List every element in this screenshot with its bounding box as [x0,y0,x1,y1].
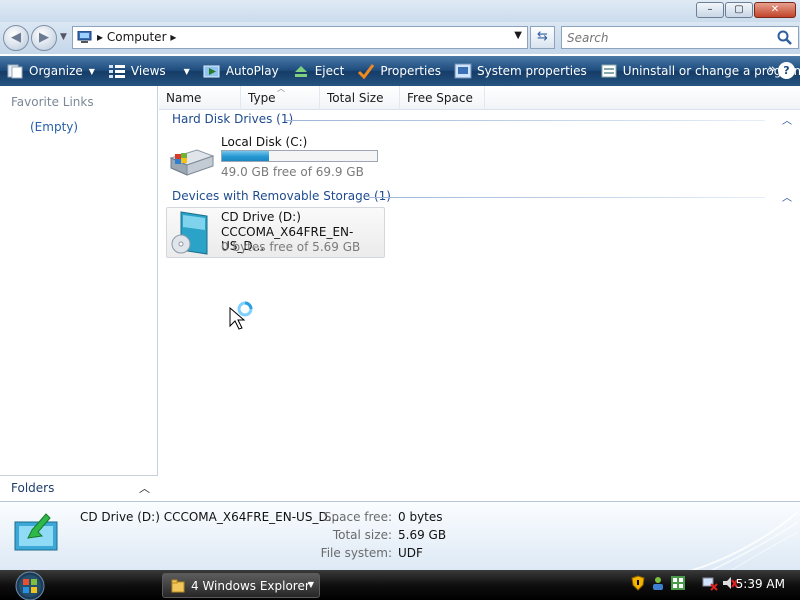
folders-label: Folders [11,481,55,495]
back-button[interactable]: ◀ [3,25,29,51]
chevron-down-icon: ▼ [183,66,190,76]
properties-button[interactable]: Properties [357,63,441,79]
folder-icon [171,579,185,593]
uninstall-icon [601,64,617,78]
taskbar: 4 Windows Explorer ▼ 5:39 AM [0,570,800,600]
user-icon[interactable] [650,575,666,591]
help-button[interactable]: ? [778,62,795,79]
cd-drive-icon [171,211,208,255]
collapse-group-icon[interactable]: ︿ [782,189,792,204]
file-system-value: UDF [398,546,423,560]
column-type-label: Type [248,91,276,105]
column-header-row: Name ︿ Type Total Size Free Space [159,84,800,110]
drive-item-d[interactable]: CD Drive (D:) CCCOMA_X64FRE_EN-US_D... 0… [166,207,385,258]
system-tray [630,575,738,591]
drive-c-name: Local Disk (C:) [221,135,308,149]
breadcrumb-computer[interactable]: Computer [107,30,167,44]
address-dropdown-icon[interactable]: ▼ [514,30,522,41]
chevron-down-icon: ▼ [307,580,314,589]
cd-drive-icon [14,513,58,551]
refresh-button[interactable]: ⇆ [530,26,555,49]
autoplay-button[interactable]: AutoPlay [203,63,279,79]
network-icon[interactable] [702,575,718,591]
breadcrumb[interactable]: ▸ Computer ▸ [97,30,176,44]
address-row: ◀ ▶ ▼ ▸ Computer ▸ ▼ ⇆ [0,22,800,54]
group-divider [369,197,765,198]
views-label: Views [130,64,166,78]
search-input[interactable] [562,27,762,48]
close-button[interactable]: ✕ [754,2,796,18]
search-box[interactable] [561,26,799,49]
collapse-group-icon[interactable]: ︿ [782,112,792,127]
autoplay-icon [203,65,220,78]
clock[interactable]: 5:39 AM [736,577,785,591]
details-pane: CD Drive (D:) CCCOMA_X64FRE_EN-US_D... S… [0,501,800,570]
maximize-button[interactable]: ▢ [725,2,753,18]
favorite-links-heading: Favorite Links [11,95,94,109]
file-system-label: File system: [320,546,392,560]
organize-icon [7,64,23,79]
space-free-value: 0 bytes [398,510,443,524]
column-type[interactable]: ︿ Type [241,84,320,110]
minimize-button[interactable]: – [696,2,724,18]
address-bar[interactable]: ▸ Computer ▸ ▼ [72,26,528,49]
security-shield-icon[interactable] [630,575,646,591]
drive-c-usage-fill [222,151,269,161]
total-size-value: 5.69 GB [398,528,447,542]
window-controls: – ▢ ✕ [696,2,796,18]
drive-d-name: CD Drive (D:) [221,210,301,224]
views-button[interactable]: Views ▼ [108,63,190,79]
search-icon[interactable] [776,29,794,47]
eject-button[interactable]: Eject [292,63,345,79]
forward-button[interactable]: ▶ [31,25,57,51]
column-free-space[interactable]: Free Space [400,86,485,110]
arrow-left-icon: ◀ [11,30,21,45]
organize-button[interactable]: Organize ▼ [6,63,95,79]
drive-c-usage-bar [221,150,378,162]
favorite-links-empty: (Empty) [30,120,79,134]
eject-icon [294,66,307,77]
refresh-icon: ⇆ [537,29,548,44]
chevron-down-icon: ▼ [88,66,95,76]
folders-toggle[interactable]: Folders ︿ [0,475,158,501]
sort-arrow-icon: ︿ [277,84,285,93]
group-hard-disk-drives[interactable]: Hard Disk Drives (1) [172,112,293,126]
decorative-swoosh [689,511,799,570]
busy-cursor-icon [229,301,253,330]
space-free-label: Space free: [323,510,392,524]
file-list: Name ︿ Type Total Size Free Space Hard D… [159,84,800,501]
title-bar: – ▢ ✕ [0,0,800,22]
autoplay-label: AutoPlay [225,64,279,78]
hard-drive-icon [169,149,215,176]
arrow-right-icon: ▶ [39,30,49,45]
windows-update-icon[interactable] [670,575,686,591]
system-properties-icon [454,63,472,79]
taskbar-explorer-group[interactable]: 4 Windows Explorer ▼ [162,573,320,598]
properties-label: Properties [380,64,441,78]
system-properties-button[interactable]: System properties [454,63,587,79]
group-divider [285,120,765,121]
views-icon [108,65,125,78]
group-removable-storage[interactable]: Devices with Removable Storage (1) [172,189,391,203]
start-button[interactable] [9,570,51,600]
chevron-up-icon: ︿ [139,482,150,495]
checkmark-icon [358,64,375,79]
drive-c-free: 49.0 GB free of 69.9 GB [221,165,364,179]
recent-pages-dropdown[interactable]: ▼ [60,32,67,42]
drive-d-free: 0 bytes free of 5.69 GB [221,240,361,254]
navigation-pane: Favorite Links (Empty) Folders ︿ [0,86,158,501]
command-bar: Organize ▼ Views ▼ AutoPlay Eject Properti… [0,56,800,86]
computer-icon [77,31,92,43]
taskbar-explorer-label: 4 Windows Explorer [191,579,310,593]
organize-label: Organize [29,64,83,78]
total-size-label: Total size: [332,528,392,542]
column-name[interactable]: Name [159,86,241,110]
eject-label: Eject [314,64,345,78]
column-total-size[interactable]: Total Size [320,86,400,110]
more-commands-button[interactable]: » [768,62,776,77]
system-properties-label: System properties [476,64,587,78]
